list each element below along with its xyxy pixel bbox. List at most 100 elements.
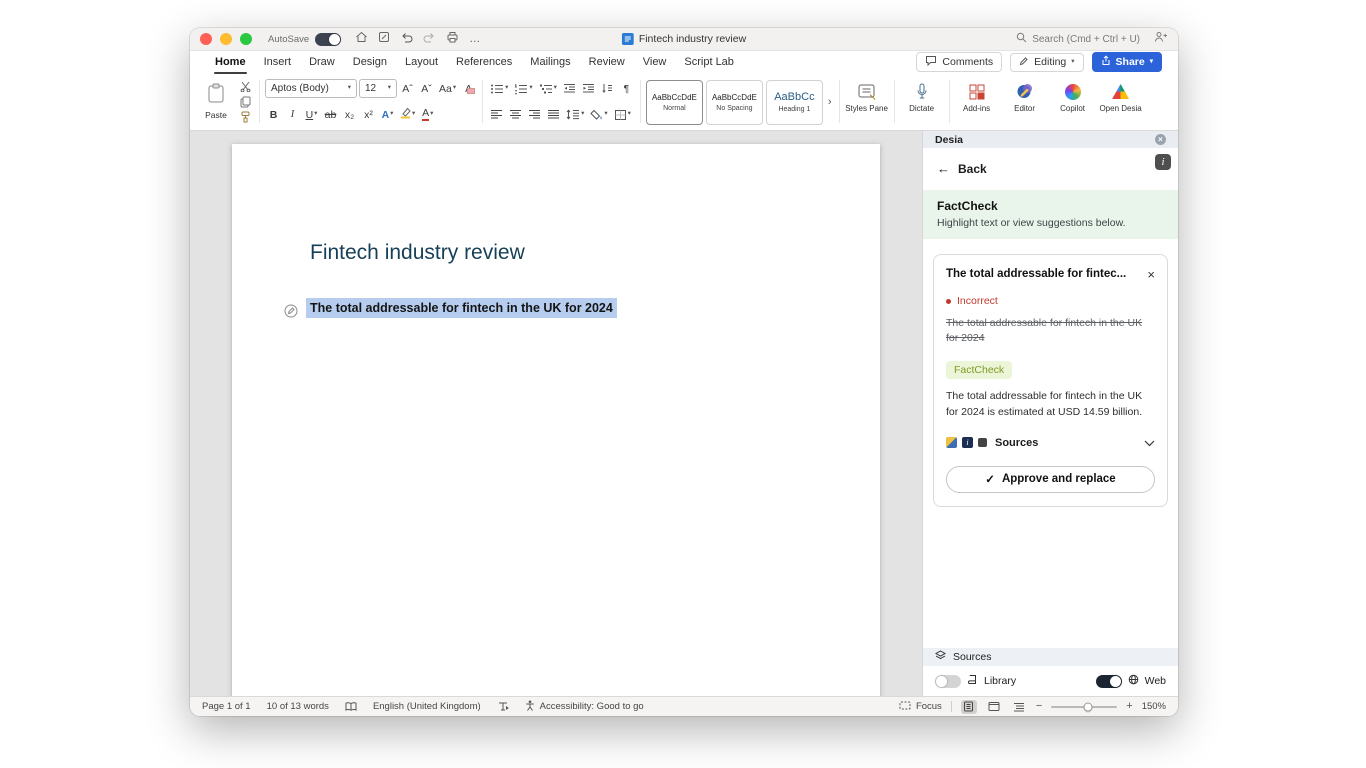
style-no-spacing[interactable]: AaBbCcDdE No Spacing	[705, 79, 763, 125]
editor-button[interactable]: Editor	[1003, 78, 1047, 125]
undo-icon[interactable]	[400, 30, 413, 48]
tab-insert[interactable]: Insert	[255, 52, 301, 74]
paste-button[interactable]: Paste	[198, 78, 234, 125]
text-selection[interactable]: The total addressable for fintech in the…	[306, 298, 617, 318]
show-paragraph-marks-button[interactable]: ¶	[618, 80, 635, 98]
underline-button[interactable]: U ▾	[303, 106, 320, 124]
superscript-button[interactable]: x²	[360, 106, 377, 124]
text-direction-icon[interactable]	[497, 701, 509, 712]
tab-draw[interactable]: Draw	[300, 52, 344, 74]
font-name-select[interactable]: Aptos (Body) ▾	[265, 79, 357, 98]
subscript-button[interactable]: x₂	[341, 106, 358, 124]
align-right-button[interactable]	[526, 106, 543, 124]
tab-references[interactable]: References	[447, 52, 521, 74]
add-ins-button[interactable]: Add-ins	[955, 78, 999, 125]
style-normal[interactable]: AaBbCcDdE Normal	[645, 79, 703, 125]
copilot-button[interactable]: Copilot	[1051, 78, 1095, 125]
cut-button[interactable]	[237, 79, 254, 94]
clear-formatting-button[interactable]: A	[460, 80, 477, 98]
more-commands-icon[interactable]: …	[469, 33, 480, 45]
tab-mailings[interactable]: Mailings	[521, 52, 579, 74]
view-outline-button[interactable]	[1011, 700, 1027, 714]
dictate-button[interactable]: Dictate	[900, 78, 944, 125]
close-window-button[interactable]	[200, 33, 212, 45]
open-desia-button[interactable]: Open Desia	[1099, 78, 1143, 125]
shrink-font-button[interactable]: Aˇ	[418, 80, 435, 98]
new-document-icon[interactable]	[378, 30, 390, 48]
word-count[interactable]: 10 of 13 words	[267, 701, 329, 712]
line-spacing-button[interactable]: ▾	[564, 106, 586, 124]
fullscreen-window-button[interactable]	[240, 33, 252, 45]
web-toggle[interactable]	[1095, 674, 1122, 688]
incorrect-dot-icon	[946, 298, 951, 304]
borders-button[interactable]: ▾	[612, 106, 633, 124]
print-icon[interactable]	[446, 30, 459, 48]
library-icon	[967, 674, 978, 688]
highlight-color-button[interactable]: ▾	[398, 106, 417, 124]
sidebar-close-button[interactable]: ×	[1155, 134, 1166, 145]
styles-pane-button[interactable]: Styles Pane	[845, 78, 889, 125]
page-count[interactable]: Page 1 of 1	[202, 701, 251, 712]
info-button[interactable]: i	[1155, 154, 1171, 170]
align-left-button[interactable]	[488, 106, 505, 124]
numbered-list-button[interactable]: ▾	[512, 80, 534, 98]
minimize-window-button[interactable]	[220, 33, 232, 45]
zoom-level[interactable]: 150%	[1142, 701, 1166, 712]
comments-button[interactable]: Comments	[916, 52, 1003, 72]
font-size-select[interactable]: 12 ▾	[359, 79, 397, 98]
share-presence-icon[interactable]	[1154, 30, 1168, 48]
editing-mode-button[interactable]: Editing ▾	[1010, 52, 1084, 72]
shading-button[interactable]: ▾	[588, 106, 609, 124]
titlebar-search[interactable]: Search (Cmd + Ctrl + U)	[1016, 32, 1140, 46]
multilevel-list-button[interactable]: ▾	[537, 80, 559, 98]
bullet-list-button[interactable]: ▾	[488, 80, 510, 98]
annotation-pen-icon[interactable]	[284, 304, 298, 323]
tab-home[interactable]: Home	[206, 52, 255, 74]
autosave-toggle[interactable]	[315, 32, 342, 46]
approve-and-replace-button[interactable]: ✓ Approve and replace	[946, 465, 1155, 493]
home-icon[interactable]	[355, 30, 368, 48]
tab-layout[interactable]: Layout	[396, 52, 447, 74]
library-toggle[interactable]	[935, 674, 961, 688]
bold-button[interactable]: B	[265, 106, 282, 124]
decrease-indent-button[interactable]	[561, 80, 578, 98]
chevron-down-icon: ▾	[452, 84, 457, 92]
justify-button[interactable]	[545, 106, 562, 124]
proofing-status-icon[interactable]	[345, 701, 357, 712]
redo-icon[interactable]	[423, 30, 436, 48]
styles-gallery-more-button[interactable]: ›	[826, 96, 834, 108]
accessibility-status[interactable]: Accessibility: Good to go	[525, 700, 644, 714]
change-case-button[interactable]: Aa ▾	[437, 80, 458, 98]
align-center-button[interactable]	[507, 106, 524, 124]
italic-button[interactable]: I	[284, 106, 301, 124]
language-selector[interactable]: English (United Kingdom)	[373, 701, 481, 712]
increase-indent-button[interactable]	[580, 80, 597, 98]
text-effects-button[interactable]: A ▾	[379, 106, 396, 124]
tab-review[interactable]: Review	[580, 52, 634, 74]
share-button[interactable]: Share ▾	[1091, 52, 1162, 72]
style-heading-1[interactable]: AaBbCc Heading 1	[765, 79, 823, 125]
font-color-button[interactable]: A ▾	[419, 106, 436, 124]
format-painter-button[interactable]	[237, 109, 254, 124]
sources-expander[interactable]: i Sources	[946, 434, 1155, 452]
selected-paragraph[interactable]: The total addressable for fintech in the…	[306, 298, 617, 318]
grow-font-button[interactable]: Aˆ	[399, 80, 416, 98]
zoom-out-button[interactable]: −	[1036, 701, 1042, 712]
tab-design[interactable]: Design	[344, 52, 396, 74]
document-heading[interactable]: Fintech industry review	[310, 241, 525, 265]
view-print-layout-button[interactable]	[960, 699, 977, 714]
sort-button[interactable]	[599, 80, 616, 98]
strikethrough-button[interactable]: ab	[322, 106, 339, 124]
tab-view[interactable]: View	[634, 52, 676, 74]
back-button[interactable]: ← Back	[923, 148, 1178, 184]
copy-button[interactable]	[237, 94, 254, 109]
focus-mode-button[interactable]: Focus	[899, 701, 942, 713]
document-page[interactable]: Fintech industry review The total addres…	[232, 144, 880, 696]
zoom-in-button[interactable]: +	[1126, 701, 1132, 712]
zoom-slider[interactable]	[1051, 702, 1118, 711]
view-web-layout-button[interactable]	[986, 700, 1002, 714]
zoom-slider-knob[interactable]	[1083, 702, 1093, 711]
sources-section-header[interactable]: Sources	[923, 648, 1178, 666]
suggestion-card-close-button[interactable]: ×	[1147, 268, 1155, 281]
tab-script-lab[interactable]: Script Lab	[675, 52, 743, 74]
